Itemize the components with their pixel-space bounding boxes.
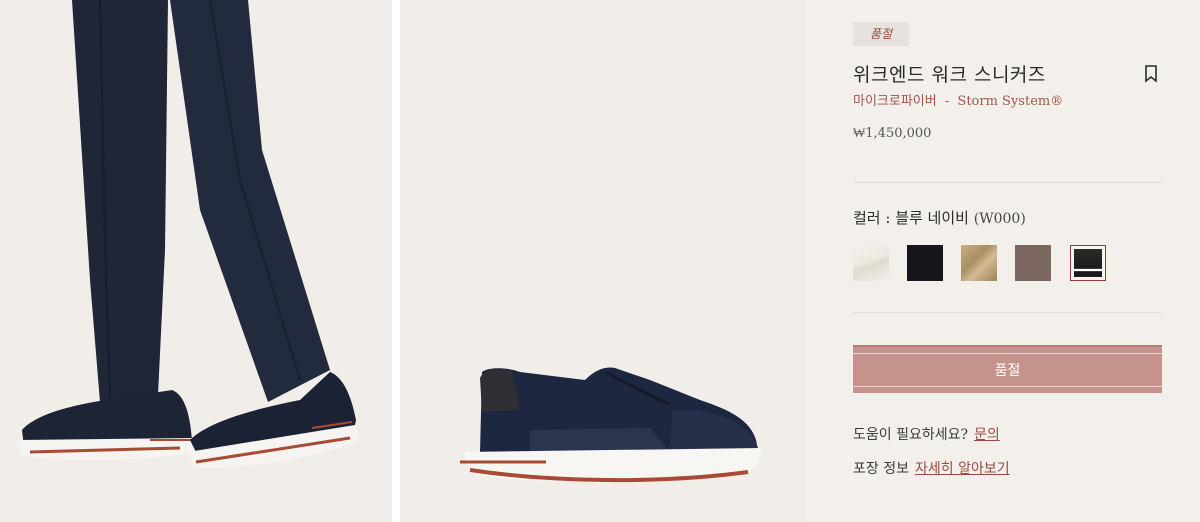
product-price: ₩1,450,000 [853,126,932,141]
learn-more-link[interactable]: 자세히 알아보기 [915,461,1010,477]
sold-out-badge: 품절 [853,22,909,46]
technology-name: Storm System® [957,94,1064,109]
help-text: 도움이 필요하세요? [853,427,968,443]
packaging-line: 포장 정보 자세히 알아보기 [853,458,1010,478]
sold-out-button[interactable]: 품절 [853,345,1162,393]
contact-link[interactable]: 문의 [974,427,1000,443]
swatch-beige-tan[interactable] [961,245,997,281]
subtitle-separator: - [944,94,950,109]
product-gallery [0,0,806,522]
section-divider [853,182,1162,183]
product-title: 위크엔드 워크 스니커즈 [853,64,1046,86]
color-code: (W000) [973,211,1026,227]
material-name: 마이크로파이버 [853,94,937,109]
swatch-off-white[interactable] [853,245,889,281]
product-subtitle: 마이크로파이버 - Storm System® [853,90,1063,109]
swatch-black[interactable] [907,245,943,281]
help-line: 도움이 필요하세요? 문의 [853,424,1000,444]
bookmark-icon[interactable] [1144,65,1158,83]
sneaker-side-view-image [400,0,806,522]
swatch-blue-navy[interactable] [1070,245,1106,281]
model-wearing-sneakers-image [0,0,392,522]
product-photo[interactable] [400,0,806,522]
section-divider [853,312,1162,313]
color-selection-label: 컬러 : 블루 네이비 (W000) [853,207,1026,228]
swatch-brown-taupe[interactable] [1015,245,1051,281]
gallery-divider [392,0,400,522]
packaging-text: 포장 정보 [853,461,909,477]
model-photo[interactable] [0,0,392,522]
color-name: 컬러 : 블루 네이비 [853,209,969,227]
